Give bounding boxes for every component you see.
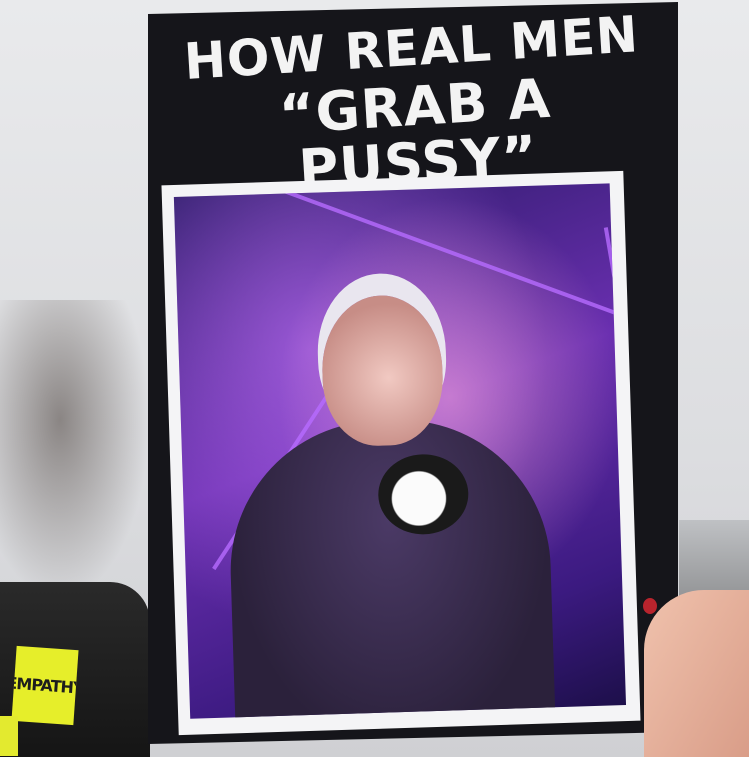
empathy-sign-text: EMPATHY (11, 673, 79, 698)
yellow-sign-edge (0, 716, 18, 756)
empathy-sign: EMPATHY (11, 645, 79, 726)
red-nail (643, 598, 657, 614)
galaxy-portrait-image (173, 183, 627, 719)
man-head (320, 293, 445, 448)
laser-beam (247, 183, 627, 325)
holding-hand (644, 590, 749, 757)
laser-beam (603, 227, 627, 642)
poster-print (161, 170, 641, 736)
bare-trees (0, 300, 150, 600)
photo-scene: EMPATHY HOW REAL MEN “GRAB A PUSSY” (0, 0, 749, 757)
man-sweater (226, 415, 557, 719)
